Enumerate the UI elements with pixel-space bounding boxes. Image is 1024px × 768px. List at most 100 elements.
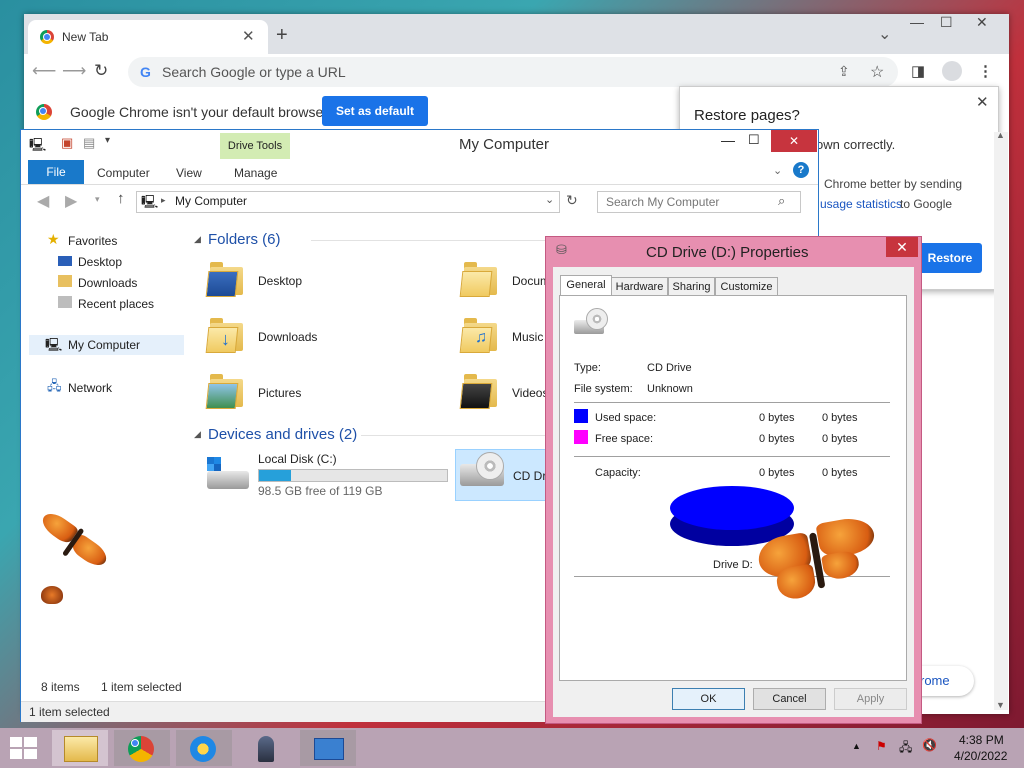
ribbon-expand-icon[interactable]: ⌄: [773, 164, 782, 177]
local-disk-label[interactable]: Local Disk (C:): [258, 452, 337, 466]
nav-recent-places[interactable]: Recent places: [78, 297, 154, 311]
usage-statistics-link[interactable]: usage statistics: [820, 197, 902, 211]
default-browser-infobar: Google Chrome isn't your default browser…: [24, 90, 684, 133]
recent-locations-icon[interactable]: ▾: [95, 194, 100, 205]
restore-button[interactable]: Restore: [918, 243, 982, 273]
explorer-back-icon[interactable]: ◀: [37, 191, 49, 211]
scroll-up-icon[interactable]: ▲: [996, 130, 1005, 140]
properties-close-button[interactable]: ✕: [886, 237, 918, 257]
volume-muted-icon[interactable]: 🔇: [922, 738, 937, 752]
share-icon[interactable]: ⇪: [838, 63, 850, 80]
minimize-button[interactable]: —: [910, 14, 924, 30]
cancel-button[interactable]: Cancel: [753, 688, 826, 710]
cd-drive-small-icon: ⛁: [556, 242, 567, 257]
omnibox[interactable]: G Search Google or type a URL ⇪ ☆: [128, 57, 898, 87]
taskbar-user-app[interactable]: [238, 730, 294, 766]
nav-downloads[interactable]: Downloads: [78, 276, 137, 290]
address-dropdown-icon[interactable]: ⌄: [545, 193, 554, 206]
side-panel-icon[interactable]: ◨: [911, 62, 925, 80]
taskbar-file-explorer[interactable]: [52, 730, 108, 766]
tray-overflow-icon[interactable]: ▲: [852, 741, 861, 751]
music-folder-icon[interactable]: ♫: [459, 313, 499, 353]
taskbar-chrome[interactable]: [114, 730, 170, 766]
address-bar[interactable]: 🖳 ▸ My Computer ⌄: [136, 191, 560, 213]
nav-favorites[interactable]: Favorites: [68, 234, 117, 248]
up-icon[interactable]: ↑: [117, 190, 125, 207]
local-disk-icon[interactable]: [205, 457, 249, 491]
infobar-text: Google Chrome isn't your default browser: [70, 104, 328, 120]
explorer-minimize-button[interactable]: —: [721, 132, 735, 148]
taskbar-control-panel[interactable]: [300, 730, 356, 766]
collapse-devices-icon[interactable]: ◢: [194, 429, 201, 440]
tab-close-icon[interactable]: ✕: [242, 27, 255, 45]
folder-desktop[interactable]: Desktop: [258, 274, 302, 288]
properties-title: CD Drive (D:) Properties: [646, 244, 809, 261]
tab-view[interactable]: View: [176, 166, 202, 180]
folders-header[interactable]: Folders (6): [208, 231, 281, 248]
cd-drive-properties-dialog: ⛁ CD Drive (D:) Properties ✕ General Har…: [545, 236, 922, 724]
forward-icon[interactable]: ⟶: [62, 61, 86, 81]
downloads-folder-icon[interactable]: ↓: [205, 313, 245, 353]
reload-icon[interactable]: ↻: [94, 61, 108, 81]
clock-date[interactable]: 4/20/2022: [954, 749, 1007, 763]
cd-drive-large-icon: [574, 308, 608, 338]
new-tab-button[interactable]: +: [276, 24, 288, 47]
refresh-icon[interactable]: ↻: [566, 192, 578, 209]
tab-file[interactable]: File: [28, 160, 84, 184]
taskbar-security-app[interactable]: [176, 730, 232, 766]
tab-general[interactable]: General: [560, 275, 612, 296]
capacity-label: Capacity:: [595, 467, 641, 479]
clock-time[interactable]: 4:38 PM: [959, 733, 1004, 747]
folder-downloads[interactable]: Downloads: [258, 330, 317, 344]
close-button[interactable]: ✕: [976, 14, 988, 31]
folder-music[interactable]: Music: [512, 330, 543, 344]
devices-header[interactable]: Devices and drives (2): [208, 426, 357, 443]
ok-button[interactable]: OK: [672, 688, 745, 710]
tab-sharing[interactable]: Sharing: [668, 277, 715, 297]
start-button[interactable]: [10, 737, 38, 759]
action-center-flag-icon[interactable]: ⚑: [876, 739, 887, 753]
restore-close-icon[interactable]: ✕: [976, 93, 989, 111]
back-icon[interactable]: ⟵: [32, 61, 56, 81]
help-icon[interactable]: ?: [793, 162, 809, 178]
nav-my-computer: My Computer: [68, 338, 141, 352]
folder-videos[interactable]: Videos: [512, 386, 548, 400]
tab-customize[interactable]: Customize: [715, 277, 778, 297]
tab-search-icon[interactable]: ⌄: [878, 24, 891, 44]
pictures-folder-icon[interactable]: [205, 369, 245, 409]
nav-my-computer-selected[interactable]: 🖳 My Computer: [29, 335, 184, 355]
search-input[interactable]: Search My Computer ⌕: [597, 191, 801, 213]
collapse-folders-icon[interactable]: ◢: [194, 234, 201, 245]
scroll-down-icon[interactable]: ▼: [996, 700, 1005, 710]
google-g-icon: G: [140, 64, 151, 80]
maximize-button[interactable]: ☐: [940, 14, 953, 31]
free-space-swatch: [574, 430, 588, 444]
documents-folder-icon[interactable]: [459, 257, 499, 297]
tab-new-tab[interactable]: New Tab ✕: [28, 20, 268, 54]
menu-kebab-icon[interactable]: ⋮: [978, 62, 993, 80]
folder-pictures[interactable]: Pictures: [258, 386, 301, 400]
properties-quick-icon[interactable]: ▣: [61, 135, 73, 151]
new-folder-quick-icon[interactable]: ▤: [83, 135, 95, 151]
tab-manage[interactable]: Manage: [234, 166, 277, 180]
explorer-maximize-button[interactable]: ☐: [748, 132, 760, 148]
bottom-status-text: 1 item selected: [29, 705, 110, 719]
tab-hardware[interactable]: Hardware: [611, 277, 668, 297]
explorer-close-button[interactable]: ✕: [771, 130, 817, 152]
explorer-forward-icon[interactable]: ▶: [65, 191, 77, 211]
bookmark-star-icon[interactable]: ☆: [870, 62, 884, 82]
profile-avatar-icon[interactable]: [942, 61, 962, 81]
network-tray-icon[interactable]: 🖧: [899, 738, 912, 759]
tab-computer[interactable]: Computer: [97, 166, 150, 180]
nav-desktop[interactable]: Desktop: [78, 255, 122, 269]
desktop-folder-icon[interactable]: [205, 257, 245, 297]
address-text: My Computer: [175, 194, 248, 208]
videos-folder-icon[interactable]: [459, 369, 499, 409]
page-scrollbar[interactable]: ▲ ▼: [994, 130, 1008, 710]
quick-access-dropdown-icon[interactable]: ▾: [105, 135, 110, 146]
used-space-swatch: [574, 409, 588, 423]
breadcrumb-chevron-icon[interactable]: ▸: [161, 195, 166, 206]
apply-button[interactable]: Apply: [834, 688, 907, 710]
set-default-button[interactable]: Set as default: [322, 96, 428, 126]
nav-network[interactable]: Network: [68, 381, 112, 395]
